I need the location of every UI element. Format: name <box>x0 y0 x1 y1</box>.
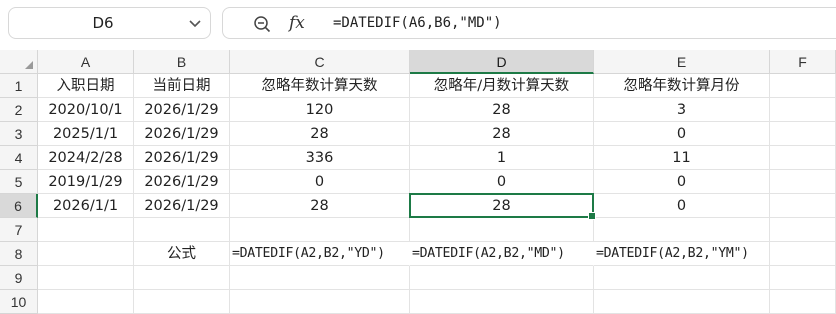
row-header-1[interactable]: 1 <box>0 74 38 98</box>
cell-e1[interactable]: 忽略年数计算月份 <box>594 74 770 98</box>
cell-c2[interactable]: 120 <box>230 98 410 122</box>
cell-e2[interactable]: 3 <box>594 98 770 122</box>
row-header-2[interactable]: 2 <box>0 98 38 122</box>
cell-f1[interactable] <box>770 74 836 98</box>
cell-b8[interactable]: 公式 <box>134 242 230 266</box>
cell-c1[interactable]: 忽略年数计算天数 <box>230 74 410 98</box>
cell-e6[interactable]: 0 <box>594 194 770 218</box>
row-header-4[interactable]: 4 <box>0 146 38 170</box>
column-header-c[interactable]: C <box>230 50 410 74</box>
cell-e4[interactable]: 11 <box>594 146 770 170</box>
column-header-b[interactable]: B <box>134 50 230 74</box>
cell-f6[interactable] <box>770 194 836 218</box>
cell-f10[interactable] <box>770 290 836 314</box>
cell-f7[interactable] <box>770 218 836 242</box>
column-header-a[interactable]: A <box>38 50 134 74</box>
cell-c10[interactable] <box>230 290 410 314</box>
formula-bar[interactable]: fx =DATEDIF(A6,B6,"MD") <box>222 7 836 39</box>
cell-f4[interactable] <box>770 146 836 170</box>
cell-f2[interactable] <box>770 98 836 122</box>
cell-e9[interactable] <box>594 266 770 290</box>
cell-d10[interactable] <box>410 290 594 314</box>
cell-d4[interactable]: 1 <box>410 146 594 170</box>
cell-f9[interactable] <box>770 266 836 290</box>
cell-d7[interactable] <box>410 218 594 242</box>
cell-f8[interactable] <box>770 242 836 266</box>
name-box-cell-ref[interactable]: D6 <box>9 8 197 38</box>
cell-d1[interactable]: 忽略年/月数计算天数 <box>410 74 594 98</box>
formula-toolbar: D6 fx =DATEDIF(A6,B6,"MD") <box>0 0 836 48</box>
row-header-7[interactable]: 7 <box>0 218 38 242</box>
zoom-icon[interactable] <box>253 15 271 33</box>
row-header-3[interactable]: 3 <box>0 122 38 146</box>
cell-e8[interactable]: =DATEDIF(A2,B2,"YM") <box>594 242 770 266</box>
row-header-9[interactable]: 9 <box>0 266 38 290</box>
cell-b2[interactable]: 2026/1/29 <box>134 98 230 122</box>
cell-d5[interactable]: 0 <box>410 170 594 194</box>
cell-c4[interactable]: 336 <box>230 146 410 170</box>
cell-d2[interactable]: 28 <box>410 98 594 122</box>
cell-a4[interactable]: 2024/2/28 <box>38 146 134 170</box>
cell-b6[interactable]: 2026/1/29 <box>134 194 230 218</box>
cell-a7[interactable] <box>38 218 134 242</box>
cell-a5[interactable]: 2019/1/29 <box>38 170 134 194</box>
cell-a8[interactable] <box>38 242 134 266</box>
column-header-d[interactable]: D <box>410 50 594 74</box>
row-header-8[interactable]: 8 <box>0 242 38 266</box>
cell-c8[interactable]: =DATEDIF(A2,B2,"YD") <box>230 242 410 266</box>
cell-f5[interactable] <box>770 170 836 194</box>
cell-a10[interactable] <box>38 290 134 314</box>
cell-b9[interactable] <box>134 266 230 290</box>
cell-b10[interactable] <box>134 290 230 314</box>
cell-d9[interactable] <box>410 266 594 290</box>
name-box[interactable]: D6 <box>8 7 211 39</box>
row-header-10[interactable]: 10 <box>0 290 38 314</box>
cell-e7[interactable] <box>594 218 770 242</box>
insert-function-icon[interactable]: fx <box>289 10 305 36</box>
cell-b5[interactable]: 2026/1/29 <box>134 170 230 194</box>
cell-c5[interactable]: 0 <box>230 170 410 194</box>
cell-c6[interactable]: 28 <box>230 194 410 218</box>
cell-b3[interactable]: 2026/1/29 <box>134 122 230 146</box>
cell-d3[interactable]: 28 <box>410 122 594 146</box>
cell-d8[interactable]: =DATEDIF(A2,B2,"MD") <box>410 242 594 266</box>
row-header-5[interactable]: 5 <box>0 170 38 194</box>
cell-a1[interactable]: 入职日期 <box>38 74 134 98</box>
formula-input[interactable]: =DATEDIF(A6,B6,"MD") <box>333 8 502 38</box>
cell-b7[interactable] <box>134 218 230 242</box>
cell-a3[interactable]: 2025/1/1 <box>38 122 134 146</box>
cell-e10[interactable] <box>594 290 770 314</box>
cell-a2[interactable]: 2020/10/1 <box>38 98 134 122</box>
chevron-down-icon[interactable] <box>188 16 202 30</box>
column-header-f[interactable]: F <box>770 50 836 74</box>
select-all-corner[interactable] <box>0 50 38 74</box>
cell-f3[interactable] <box>770 122 836 146</box>
row-header-6[interactable]: 6 <box>0 194 38 218</box>
cell-e3[interactable]: 0 <box>594 122 770 146</box>
cell-e5[interactable]: 0 <box>594 170 770 194</box>
cell-a9[interactable] <box>38 266 134 290</box>
cell-c7[interactable] <box>230 218 410 242</box>
column-header-e[interactable]: E <box>594 50 770 74</box>
cell-c3[interactable]: 28 <box>230 122 410 146</box>
cell-b1[interactable]: 当前日期 <box>134 74 230 98</box>
cell-b4[interactable]: 2026/1/29 <box>134 146 230 170</box>
cell-c9[interactable] <box>230 266 410 290</box>
cell-d6[interactable]: 28 <box>410 194 594 218</box>
cell-a6[interactable]: 2026/1/1 <box>38 194 134 218</box>
